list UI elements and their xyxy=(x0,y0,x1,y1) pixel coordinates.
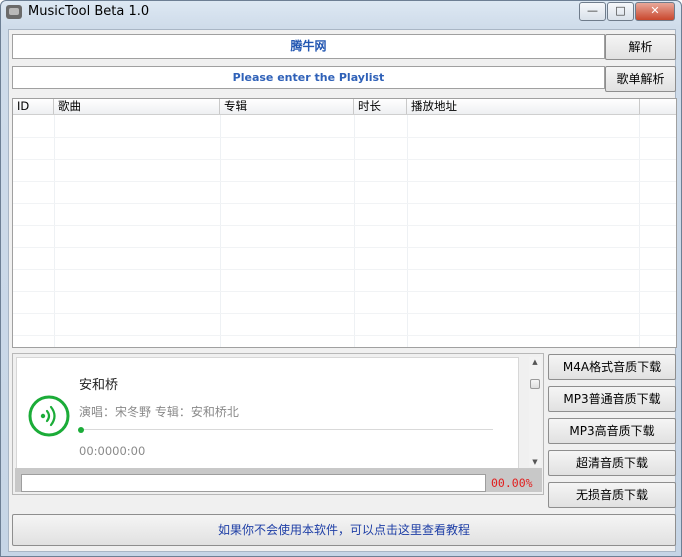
download-progress-bar xyxy=(21,474,486,492)
close-button[interactable]: ✕ xyxy=(635,2,675,21)
player-card: 安和桥 演唱：宋冬野 专辑：安和桥北 00:0000:00 xyxy=(16,357,519,469)
download-percent: 00.00% xyxy=(491,476,533,490)
column-play-url[interactable]: 播放地址 xyxy=(407,99,640,114)
playlist-input[interactable]: Please enter the Playlist xyxy=(12,66,605,89)
download-super-hd-button[interactable]: 超清音质下载 xyxy=(548,450,676,476)
url-input[interactable]: 腾牛网 xyxy=(12,34,605,59)
app-window: MusicTool Beta 1.0 — □ ✕ 腾牛网 解析 Please e… xyxy=(0,0,682,557)
scroll-down-icon[interactable]: ▼ xyxy=(529,457,541,467)
song-meta: 演唱：宋冬野 专辑：安和桥北 xyxy=(79,405,239,419)
help-tutorial-link[interactable]: 如果你不会使用本软件，可以点击这里查看教程 xyxy=(12,514,676,546)
scroll-up-icon[interactable]: ▲ xyxy=(529,357,541,367)
app-icon xyxy=(6,5,22,19)
playback-time: 00:0000:00 xyxy=(79,444,146,458)
maximize-button[interactable]: □ xyxy=(607,2,634,21)
column-duration[interactable]: 时长 xyxy=(354,99,407,114)
scroll-thumb[interactable] xyxy=(530,379,540,389)
song-table[interactable]: ID 歌曲 专辑 时长 播放地址 xyxy=(12,98,677,348)
column-album[interactable]: 专辑 xyxy=(220,99,354,114)
minimize-button[interactable]: — xyxy=(579,2,606,21)
playlist-parse-button[interactable]: 歌单解析 xyxy=(605,66,676,92)
download-mp3-normal-button[interactable]: MP3普通音质下载 xyxy=(548,386,676,412)
download-mp3-high-button[interactable]: MP3高音质下载 xyxy=(548,418,676,444)
parse-button[interactable]: 解析 xyxy=(605,34,676,60)
column-song[interactable]: 歌曲 xyxy=(54,99,220,114)
client-area: 腾牛网 解析 Please enter the Playlist 歌单解析 ID… xyxy=(8,29,677,552)
playback-track[interactable] xyxy=(79,429,493,430)
window-title: MusicTool Beta 1.0 xyxy=(28,4,150,19)
player-panel: 安和桥 演唱：宋冬野 专辑：安和桥北 00:0000:00 ▲ ▼ 00.00% xyxy=(12,353,544,495)
download-lossless-button[interactable]: 无损音质下载 xyxy=(548,482,676,508)
download-m4a-button[interactable]: M4A格式音质下载 xyxy=(548,354,676,380)
playback-knob[interactable] xyxy=(78,427,84,433)
audio-wave-icon[interactable] xyxy=(27,394,71,438)
player-scrollbar[interactable]: ▲ ▼ xyxy=(529,357,541,467)
song-title: 安和桥 xyxy=(79,378,119,393)
title-bar[interactable]: MusicTool Beta 1.0 — □ ✕ xyxy=(1,1,681,25)
table-header: ID 歌曲 专辑 时长 播放地址 xyxy=(13,99,676,115)
column-id[interactable]: ID xyxy=(13,99,54,114)
